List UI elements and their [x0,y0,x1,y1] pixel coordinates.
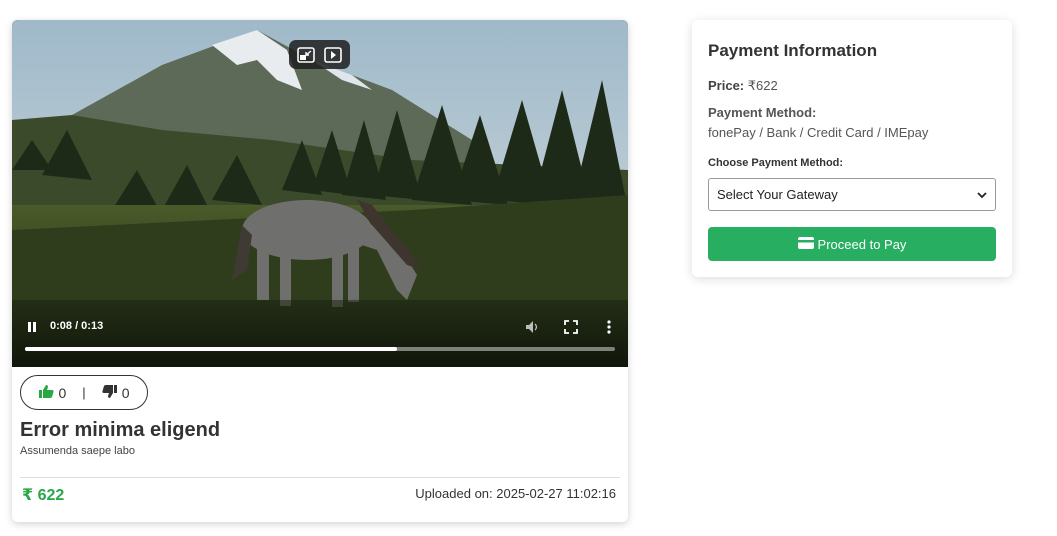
more-vertical-icon[interactable] [604,319,614,335]
pip-controls [289,40,350,69]
divider [20,477,620,478]
thumbs-down-icon [102,384,117,401]
payment-method-value: fonePay / Bank / Credit Card / IMEpay [708,125,929,140]
video-player[interactable]: 0:08 / 0:13 [12,20,628,367]
dislike-count: 0 [121,384,130,401]
dislike-button[interactable]: 0 [102,384,130,401]
picture-in-picture-icon[interactable] [295,44,317,66]
gateway-selected-value: Select Your Gateway [717,187,838,202]
video-card: 0:08 / 0:13 0 | 0 Error minima eligend A… [12,20,628,522]
credit-card-icon [797,236,814,252]
proceed-to-pay-button[interactable]: Proceed to Pay [708,227,996,261]
vote-pill: 0 | 0 [20,375,148,410]
vote-separator: | [82,385,86,400]
upload-date: Uploaded on: 2025-02-27 11:02:16 [415,486,616,501]
thumbs-up-icon [38,384,54,401]
video-title: Error minima eligend [20,419,221,441]
video-progress-bar[interactable] [25,347,615,351]
video-progress-fill [25,347,397,351]
proceed-to-pay-label: Proceed to Pay [817,236,907,252]
volume-icon[interactable] [525,320,541,334]
payment-title: Payment Information [708,41,878,60]
chevron-down-icon [977,187,987,202]
like-count: 0 [58,384,67,401]
like-button[interactable]: 0 [38,384,67,401]
payment-method-label: Payment Method: [708,105,817,120]
fullscreen-icon[interactable] [564,320,578,334]
choose-method-label: Choose Payment Method: [708,157,844,169]
play-in-window-icon[interactable] [322,44,344,66]
time-display: 0:08 / 0:13 [50,320,104,332]
gateway-select[interactable]: Select Your Gateway [708,178,996,211]
payment-price: Price: ₹622 [708,78,778,94]
pause-icon[interactable] [25,320,39,334]
payment-card: Payment Information Price: ₹622 Payment … [692,20,1012,277]
video-price: ₹ 622 [22,487,65,504]
price-label: Price: [708,78,745,93]
video-controls: 0:08 / 0:13 [12,316,628,338]
price-value: ₹622 [744,78,778,93]
video-description: Assumenda saepe labo [20,445,135,457]
